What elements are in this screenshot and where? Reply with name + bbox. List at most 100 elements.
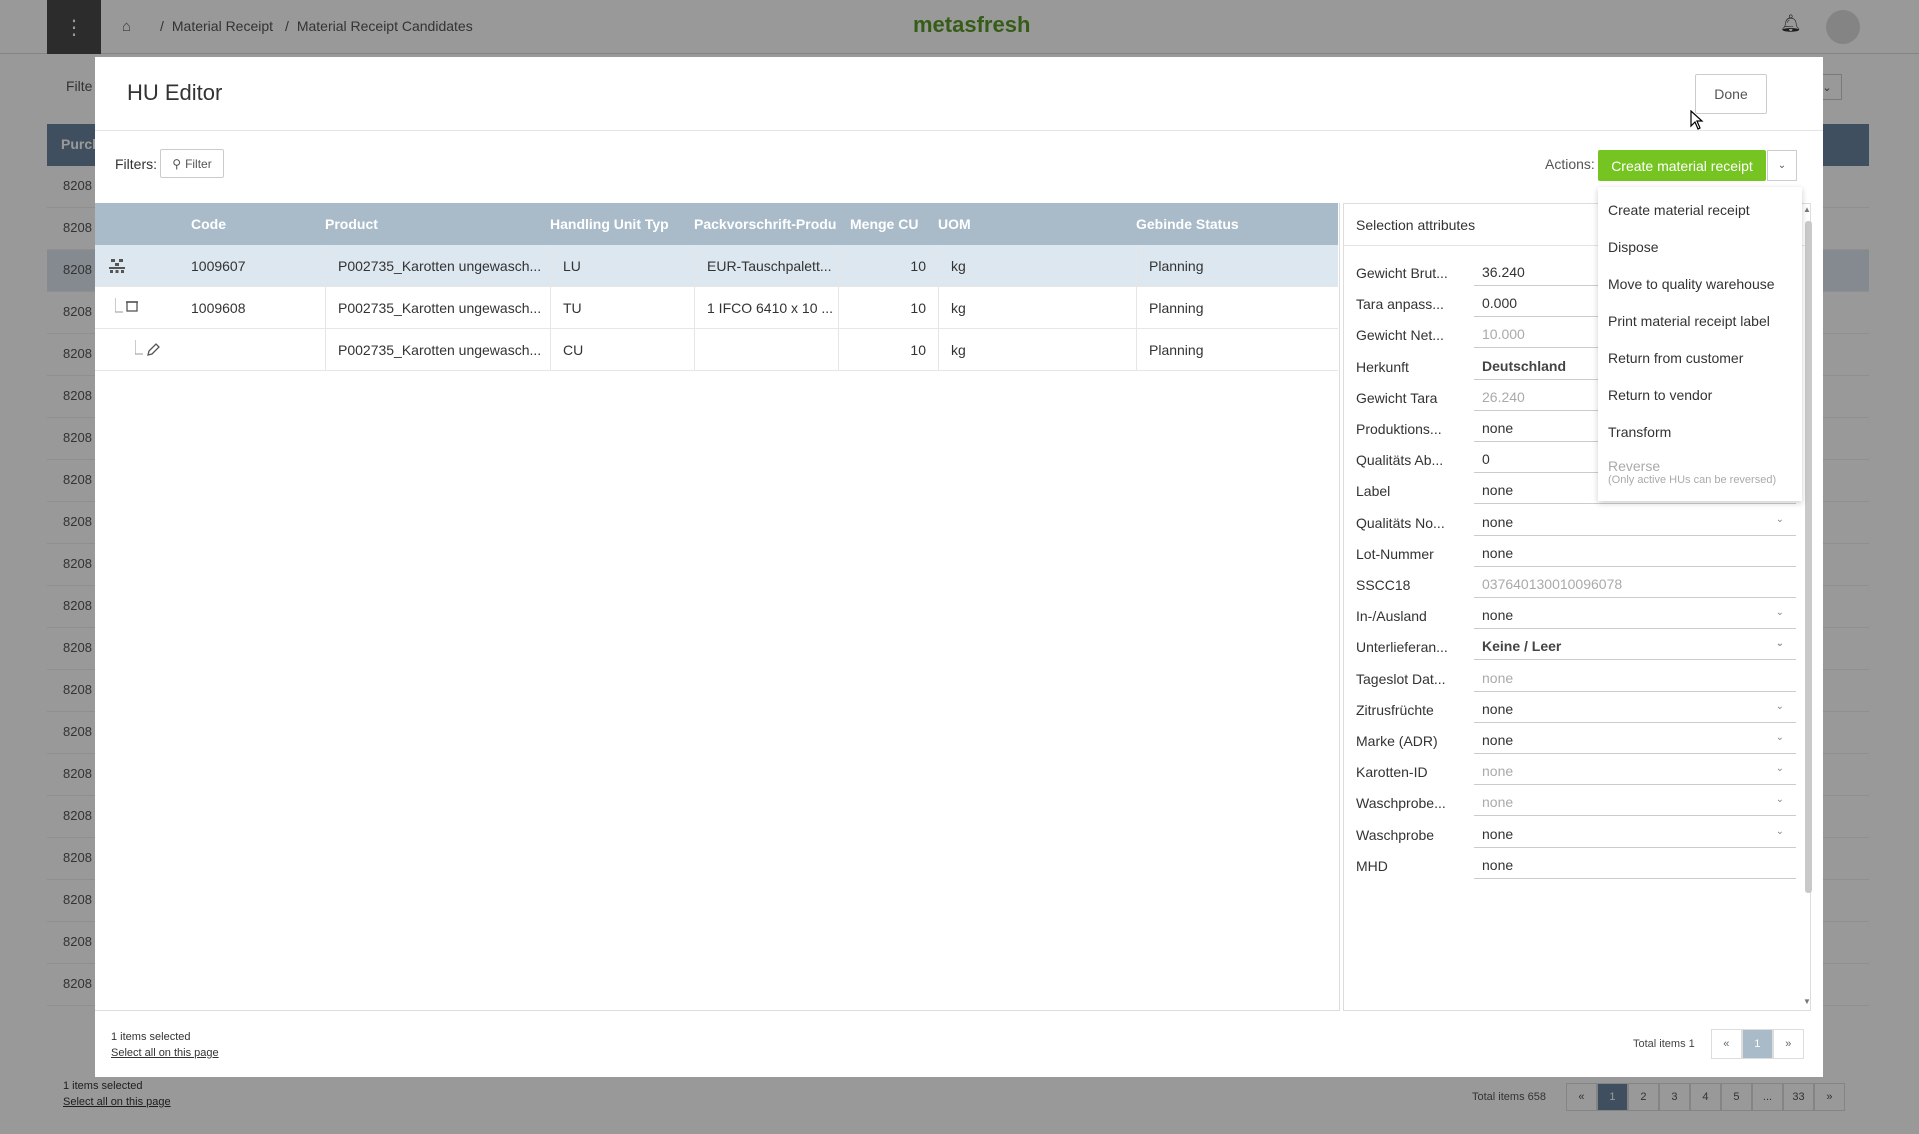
table-row[interactable]: 1009608 P002735_Karotten ungewasch... TU… bbox=[95, 287, 1338, 329]
cell-hu-type: LU bbox=[550, 245, 694, 286]
cell-menge: 10 bbox=[838, 329, 938, 370]
menu-item-return-to-vendor[interactable]: Return to vendor bbox=[1598, 376, 1802, 413]
cell-menge: 10 bbox=[838, 287, 938, 328]
cell-code bbox=[191, 329, 325, 370]
menu-item-move-to-quality-warehouse[interactable]: Move to quality warehouse bbox=[1598, 265, 1802, 302]
attribute-row: MHD none bbox=[1356, 847, 1796, 885]
pager-prev[interactable]: « bbox=[1710, 1029, 1742, 1059]
attribute-value: 0.000 bbox=[1482, 295, 1518, 312]
table-row[interactable]: 1009607 P002735_Karotten ungewasch... LU… bbox=[95, 245, 1338, 287]
attribute-value: none bbox=[1482, 700, 1514, 717]
menu-item-return-from-customer[interactable]: Return from customer bbox=[1598, 339, 1802, 376]
attribute-value: none bbox=[1482, 482, 1514, 499]
menu-item-print-label[interactable]: Print material receipt label bbox=[1598, 302, 1802, 339]
table-header: Code Product Handling Unit Typ Packvorsc… bbox=[95, 203, 1338, 245]
attributes-scrollbar[interactable] bbox=[1805, 221, 1812, 893]
cell-product: P002735_Karotten ungewasch... bbox=[325, 329, 550, 370]
column-header-hu-type[interactable]: Handling Unit Typ bbox=[550, 216, 694, 232]
attribute-field[interactable]: none ⌄ bbox=[1474, 508, 1796, 536]
pager-next[interactable]: » bbox=[1772, 1029, 1804, 1059]
attribute-field[interactable]: none ⌄ bbox=[1474, 601, 1796, 630]
column-header-packvorschrift[interactable]: Packvorschrift-Produ bbox=[694, 216, 838, 232]
actions-dropdown-toggle[interactable]: ⌄ bbox=[1767, 150, 1797, 181]
attribute-value: none bbox=[1482, 669, 1514, 686]
mouse-cursor-icon bbox=[1690, 109, 1704, 135]
table-row[interactable]: P002735_Karotten ungewasch... CU 10 kg P… bbox=[95, 329, 1338, 371]
attribute-field[interactable]: 037640130010096078 bbox=[1474, 570, 1796, 598]
total-items: Total items 1 bbox=[1633, 1038, 1695, 1050]
cell-uom: kg bbox=[938, 329, 1136, 370]
attribute-value: 10.000 bbox=[1482, 326, 1525, 343]
filter-button[interactable]: ⚲ Filter bbox=[160, 149, 224, 178]
attribute-value: Keine / Leer bbox=[1482, 638, 1562, 655]
attribute-label: Gewicht Tara bbox=[1356, 389, 1438, 406]
footer-selection: 1 items selected Select all on this page bbox=[111, 1031, 219, 1059]
attribute-field[interactable]: none bbox=[1474, 539, 1796, 567]
actions-label: Actions: bbox=[1545, 156, 1595, 172]
cell-uom: kg bbox=[938, 245, 1136, 286]
chevron-down-icon: ⌄ bbox=[1775, 607, 1784, 619]
attribute-label: SSCC18 bbox=[1356, 577, 1411, 593]
create-material-receipt-button[interactable]: Create material receipt bbox=[1598, 150, 1766, 181]
cell-packvorschrift: EUR-Tauschpalett... bbox=[694, 245, 838, 286]
attribute-value: none bbox=[1482, 513, 1514, 530]
cell-uom: kg bbox=[938, 287, 1136, 328]
chevron-down-icon: ⌄ bbox=[1775, 700, 1784, 712]
cell-status: Planning bbox=[1136, 245, 1338, 286]
cell-code: 1009608 bbox=[191, 299, 246, 316]
column-header-product[interactable]: Product bbox=[325, 216, 550, 232]
column-header-code[interactable]: Code bbox=[191, 216, 325, 232]
attribute-label: Qualitäts No... bbox=[1356, 514, 1445, 531]
attribute-field[interactable]: none bbox=[1474, 851, 1796, 879]
cell-menge: 10 bbox=[838, 245, 938, 286]
attribute-field[interactable]: none ⌄ bbox=[1474, 788, 1796, 817]
menu-item-dispose[interactable]: Dispose bbox=[1598, 228, 1802, 265]
done-button[interactable]: Done bbox=[1695, 74, 1767, 114]
attribute-field[interactable]: none ⌄ bbox=[1474, 757, 1796, 786]
attribute-value: 26.240 bbox=[1482, 388, 1525, 405]
menu-item-create-material-receipt[interactable]: Create material receipt bbox=[1598, 191, 1802, 228]
pager: Total items 1 « 1 » bbox=[1633, 1029, 1804, 1059]
column-header-menge[interactable]: Menge CU bbox=[838, 216, 938, 232]
pallet-icon bbox=[95, 245, 191, 286]
cell-hu-type: TU bbox=[550, 287, 694, 328]
attribute-label: Tageslot Dat... bbox=[1356, 670, 1446, 687]
attribute-label: Waschprobe bbox=[1356, 826, 1435, 843]
attribute-value: none bbox=[1482, 607, 1514, 624]
cell-status: Planning bbox=[1136, 329, 1338, 370]
attribute-field[interactable]: none ⌄ bbox=[1474, 726, 1796, 754]
attribute-field[interactable]: none ⌄ bbox=[1474, 820, 1796, 848]
attribute-value: none bbox=[1482, 794, 1514, 811]
attribute-value: none bbox=[1482, 825, 1514, 842]
scroll-up-icon[interactable]: ▲ bbox=[1803, 205, 1811, 214]
filters-label: Filters: bbox=[115, 156, 157, 172]
pager-page[interactable]: 1 bbox=[1741, 1029, 1773, 1059]
attribute-value: 0 bbox=[1482, 451, 1490, 468]
attribute-value: none bbox=[1482, 856, 1514, 873]
attribute-label: Marke (ADR) bbox=[1356, 733, 1438, 749]
column-header-uom[interactable]: UOM bbox=[938, 216, 1136, 232]
search-icon: ⚲ bbox=[172, 156, 182, 171]
attribute-field[interactable]: Keine / Leer ⌄ bbox=[1474, 632, 1796, 661]
attribute-label: Waschprobe... bbox=[1356, 795, 1446, 812]
actions-dropdown-menu: Create material receipt Dispose Move to … bbox=[1598, 187, 1802, 501]
scroll-down-icon[interactable]: ▼ bbox=[1803, 997, 1811, 1006]
menu-item-transform[interactable]: Transform bbox=[1598, 413, 1802, 450]
attribute-label: MHD bbox=[1356, 857, 1388, 874]
select-all-link[interactable]: Select all on this page bbox=[111, 1047, 219, 1059]
chevron-down-icon: ⌄ bbox=[1775, 763, 1784, 775]
attribute-label: In-/Ausland bbox=[1356, 608, 1427, 625]
cell-code: 1009607 bbox=[191, 257, 246, 274]
chevron-down-icon: ⌄ bbox=[1775, 794, 1784, 806]
attribute-field[interactable]: none ⌄ bbox=[1474, 695, 1796, 723]
cell-hu-type: CU bbox=[550, 329, 694, 370]
modal-title: HU Editor bbox=[127, 80, 223, 105]
cell-packvorschrift: 1 IFCO 6410 x 10 ... bbox=[694, 287, 838, 328]
chevron-down-icon: ⌄ bbox=[1775, 513, 1784, 525]
attribute-label: Gewicht Brut... bbox=[1356, 265, 1448, 281]
attribute-value: none bbox=[1482, 420, 1514, 436]
column-header-status[interactable]: Gebinde Status bbox=[1136, 216, 1338, 232]
attribute-label: Lot-Nummer bbox=[1356, 545, 1434, 562]
attribute-field[interactable]: none bbox=[1474, 664, 1796, 692]
attribute-label: Zitrusfrüchte bbox=[1356, 701, 1434, 718]
